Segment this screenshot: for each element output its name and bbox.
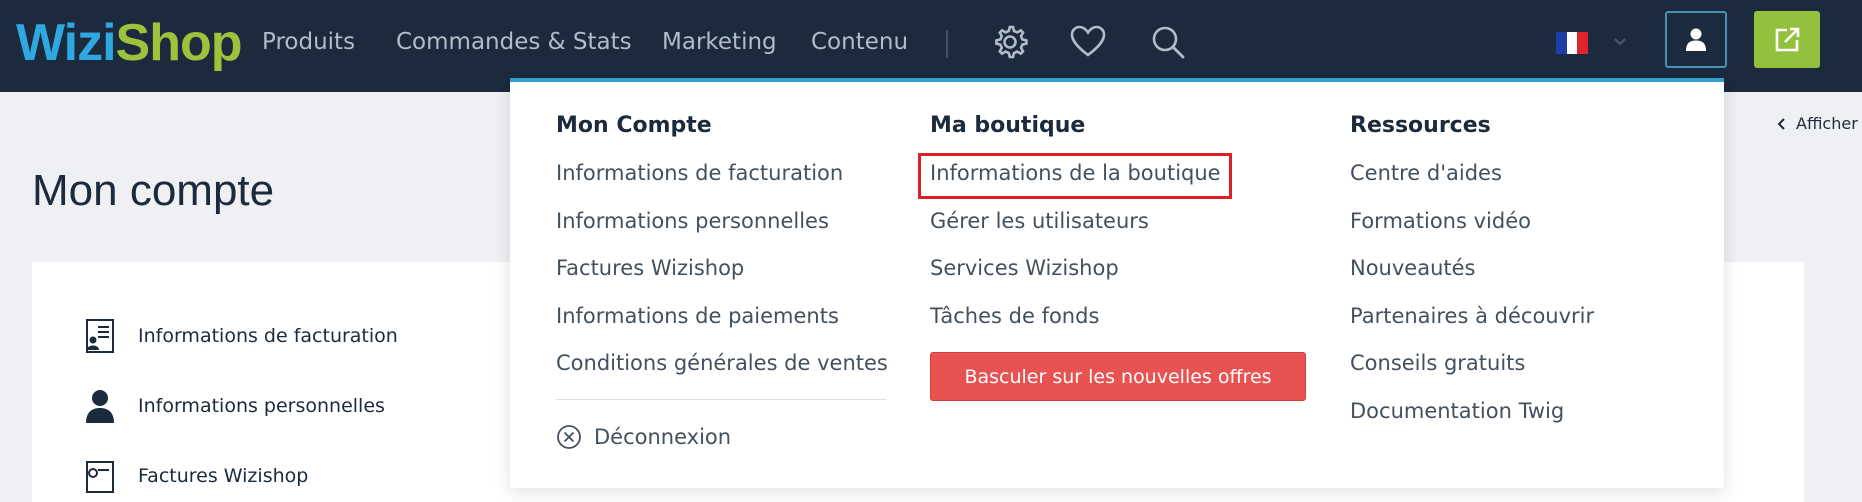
highlight-box [918,153,1232,199]
menu-heading-mon-compte: Mon Compte [556,113,712,138]
menu-link-partenaires[interactable]: Partenaires à découvrir [1350,304,1594,328]
menu-heading-ma-boutique: Ma boutique [930,113,1086,138]
invoice-icon [86,319,114,353]
menu-link-informations-paiements[interactable]: Informations de paiements [556,304,839,328]
nav-item-contenu[interactable]: Contenu [811,0,908,84]
person-icon [86,390,114,423]
gear-icon[interactable] [990,22,1030,62]
user-icon [1686,28,1706,51]
close-circle-icon [557,425,581,449]
menu-link-services-wizishop[interactable]: Services Wizishop [930,256,1119,280]
afficher-label: Afficher [1796,114,1858,133]
logo-part-wizi: Wizi [16,14,117,72]
wizishop-logo[interactable]: Wizi Shop [16,10,243,76]
card-item-label: Informations personnelles [138,395,385,417]
menu-link-centre-aides[interactable]: Centre d'aides [1350,161,1502,185]
logout-button[interactable]: Déconnexion [556,424,731,450]
france-flag-icon[interactable] [1556,32,1589,54]
receipt-icon [86,461,114,493]
menu-divider [556,399,886,400]
card-item-factures[interactable]: Factures Wizishop [84,458,308,494]
menu-link-informations-facturation[interactable]: Informations de facturation [556,161,843,185]
account-button[interactable] [1665,11,1727,68]
menu-link-factures-wizishop[interactable]: Factures Wizishop [556,256,744,280]
menu-heading-ressources: Ressources [1350,113,1491,138]
nav-item-produits[interactable]: Produits [262,0,355,84]
menu-link-informations-personnelles[interactable]: Informations personnelles [556,209,829,233]
nav-divider [946,30,948,58]
nav-item-commandes-stats[interactable]: Commandes & Stats [396,0,632,84]
page-title: Mon compte [32,166,275,215]
switch-offers-button[interactable]: Basculer sur les nouvelles offres [930,352,1306,401]
external-link-icon [1775,27,1800,51]
open-store-button[interactable] [1754,11,1820,68]
chevron-down-icon[interactable] [1612,36,1628,48]
nav-item-marketing[interactable]: Marketing [662,0,777,84]
menu-link-conditions-generales[interactable]: Conditions générales de ventes [556,351,888,375]
card-item-label: Informations de facturation [138,325,398,347]
menu-link-nouveautes[interactable]: Nouveautés [1350,256,1476,280]
menu-link-gerer-utilisateurs[interactable]: Gérer les utilisateurs [930,209,1149,233]
heart-icon[interactable] [1068,22,1108,62]
menu-link-taches-de-fonds[interactable]: Tâches de fonds [930,304,1099,328]
afficher-link[interactable]: Afficher [1776,114,1858,133]
logout-label: Déconnexion [594,425,732,449]
logo-part-shop: Shop [115,14,243,72]
menu-link-conseils-gratuits[interactable]: Conseils gratuits [1350,351,1525,375]
card-item-label: Factures Wizishop [138,465,309,487]
search-icon[interactable] [1148,22,1188,62]
menu-link-documentation-twig[interactable]: Documentation Twig [1350,399,1564,423]
card-item-personnelles[interactable]: Informations personnelles [84,388,385,424]
menu-link-formations-video[interactable]: Formations vidéo [1350,209,1531,233]
chevron-left-icon [1777,117,1785,130]
card-item-facturation[interactable]: Informations de facturation [84,318,398,354]
